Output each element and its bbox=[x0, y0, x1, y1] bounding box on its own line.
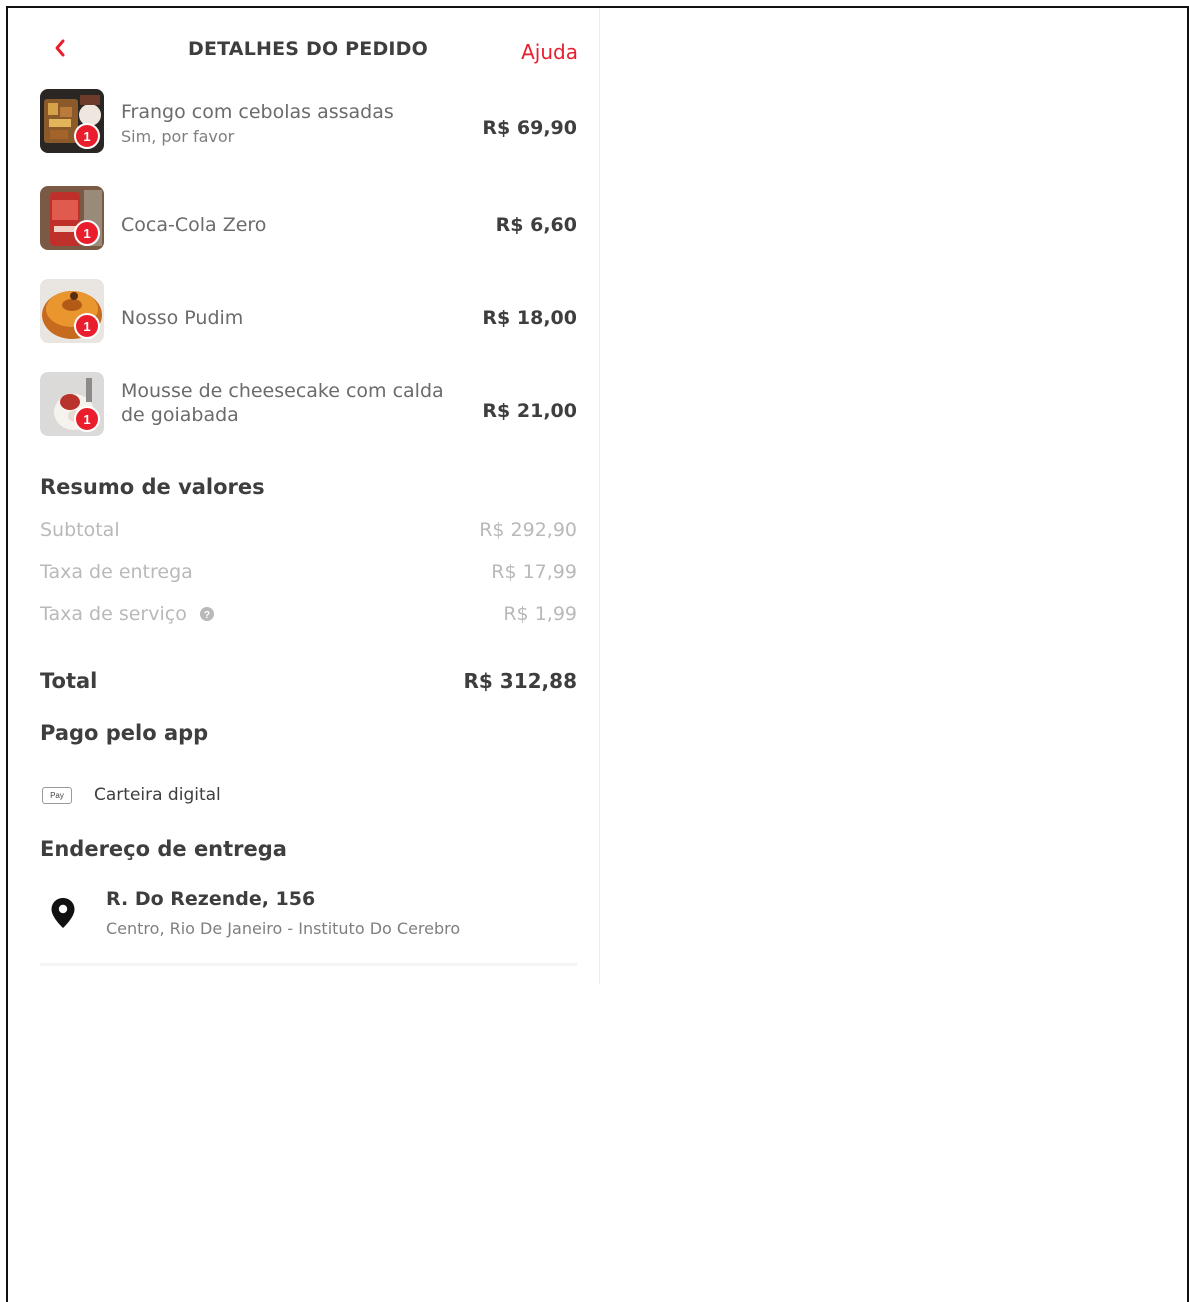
header: DETALHES DO PEDIDO Ajuda bbox=[8, 8, 600, 88]
order-item[interactable]: 1 Mousse de cheesecake com calda de goia… bbox=[40, 372, 577, 436]
total-label: Total bbox=[40, 669, 98, 693]
quantity-badge: 1 bbox=[74, 220, 100, 246]
page-title: DETALHES DO PEDIDO bbox=[187, 38, 429, 60]
order-item[interactable]: 1 Nosso Pudim R$ 18,00 bbox=[40, 279, 577, 343]
subtotal-row: Subtotal R$ 292,90 bbox=[40, 519, 577, 541]
item-price: R$ 6,60 bbox=[495, 214, 577, 236]
item-price: R$ 69,90 bbox=[482, 117, 577, 139]
item-name: Frango com cebolas assadas bbox=[121, 101, 394, 123]
item-note: Sim, por favor bbox=[121, 127, 235, 146]
address-street: R. Do Rezende, 156 bbox=[106, 888, 316, 910]
delivery-fee-value: R$ 17,99 bbox=[491, 561, 577, 583]
svg-text:?: ? bbox=[204, 610, 210, 621]
subtotal-label: Subtotal bbox=[40, 519, 120, 541]
help-circle-icon[interactable]: ? bbox=[199, 606, 215, 622]
payment-method: Pay Carteira digital bbox=[40, 785, 440, 807]
item-name: Nosso Pudim bbox=[121, 307, 244, 329]
address-detail: Centro, Rio De Janeiro - Instituto Do Ce… bbox=[106, 919, 461, 938]
wallet-pay-icon-text: Pay bbox=[50, 791, 64, 800]
address-title: Endereço de entrega bbox=[40, 837, 287, 861]
order-details-panel: DETALHES DO PEDIDO Ajuda 1 Frango com ce… bbox=[8, 8, 600, 984]
order-item[interactable]: 1 Frango com cebolas assadas Sim, por fa… bbox=[40, 89, 577, 153]
total-value: R$ 312,88 bbox=[463, 669, 577, 693]
location-pin-icon bbox=[51, 898, 75, 928]
service-fee-label: Taxa de serviço bbox=[40, 603, 187, 625]
summary-title: Resumo de valores bbox=[40, 475, 265, 499]
item-name: Mousse de cheesecake com calda de goiaba… bbox=[121, 380, 444, 426]
wallet-pay-icon: Pay bbox=[42, 787, 72, 804]
total-row: Total R$ 312,88 bbox=[40, 669, 577, 693]
order-item[interactable]: 1 Coca-Cola Zero R$ 6,60 bbox=[40, 186, 577, 250]
item-price: R$ 18,00 bbox=[482, 307, 577, 329]
divider bbox=[40, 963, 577, 966]
delivery-fee-row: Taxa de entrega R$ 17,99 bbox=[40, 561, 577, 583]
delivery-fee-label: Taxa de entrega bbox=[40, 561, 193, 583]
service-fee-row: Taxa de serviço ? R$ 1,99 bbox=[40, 603, 577, 625]
subtotal-value: R$ 292,90 bbox=[479, 519, 577, 541]
item-name: Coca-Cola Zero bbox=[121, 214, 267, 236]
payment-title: Pago pelo app bbox=[40, 721, 209, 745]
help-link[interactable]: Ajuda bbox=[521, 40, 578, 64]
item-price: R$ 21,00 bbox=[482, 400, 577, 422]
service-fee-value: R$ 1,99 bbox=[503, 603, 577, 625]
quantity-badge: 1 bbox=[74, 123, 100, 149]
payment-method-label: Carteira digital bbox=[94, 785, 221, 805]
quantity-badge: 1 bbox=[74, 313, 100, 339]
quantity-badge: 1 bbox=[74, 406, 100, 432]
